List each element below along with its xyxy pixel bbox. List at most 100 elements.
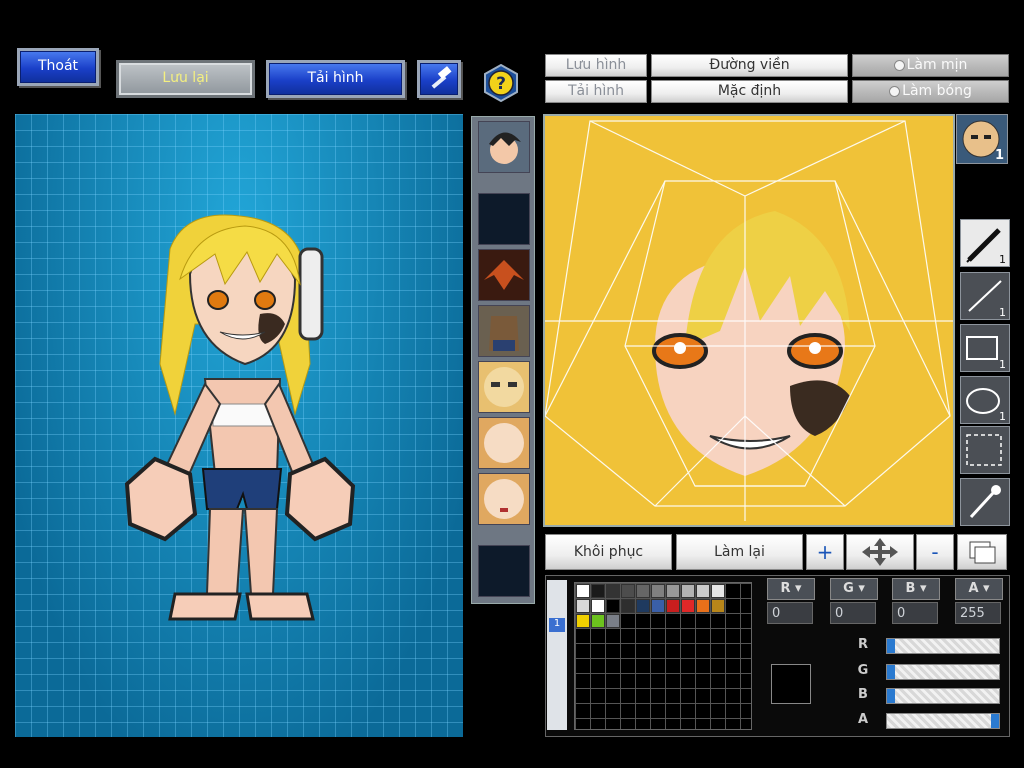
face-icon <box>479 362 529 412</box>
smooth-label: Làm mịn <box>906 57 968 73</box>
marquee-icon <box>966 434 1002 466</box>
channel-a-tab[interactable]: A ▾ <box>955 578 1003 600</box>
part-slot-face-1[interactable] <box>478 361 530 413</box>
r-value-field[interactable]: 0 <box>767 602 813 624</box>
palette-swatch[interactable] <box>576 614 590 628</box>
palette-swatch[interactable] <box>576 599 590 613</box>
g-slider-fill <box>887 665 895 679</box>
palette-swatch[interactable] <box>606 614 620 628</box>
eyedropper-tool[interactable] <box>960 478 1010 526</box>
layers-icon <box>969 541 996 564</box>
palette-swatch[interactable] <box>711 599 725 613</box>
question-mark-icon: ? <box>484 63 518 103</box>
part-slot-hair[interactable] <box>478 249 530 301</box>
rectangle-tool[interactable]: 1 <box>960 324 1010 372</box>
save-button[interactable]: Lưu lại <box>116 60 255 98</box>
part-slot-empty-1[interactable] <box>478 193 530 245</box>
line-tool[interactable]: 1 <box>960 272 1010 320</box>
palette-swatch[interactable] <box>591 584 605 598</box>
a-slider-fill <box>991 714 999 728</box>
palette-swatch[interactable] <box>606 599 620 613</box>
r-slider-label: R <box>857 637 868 652</box>
palette-scroll-strip[interactable]: 1 <box>547 580 567 730</box>
palette-swatch[interactable] <box>576 584 590 598</box>
zoom-in-button[interactable]: + <box>806 534 844 570</box>
restore-button[interactable]: Khôi phục <box>545 534 672 570</box>
palette-swatch[interactable] <box>651 599 665 613</box>
select-tool[interactable] <box>960 426 1010 474</box>
palette-swatch[interactable] <box>621 599 635 613</box>
part-slot-outfit[interactable] <box>478 305 530 357</box>
palette-swatch[interactable] <box>606 584 620 598</box>
shade-radio[interactable] <box>889 85 901 97</box>
part-slot-face-3[interactable] <box>478 473 530 525</box>
r-slider-fill <box>887 639 895 653</box>
part-slot-empty-2[interactable] <box>478 545 530 597</box>
character-preview[interactable] <box>15 114 463 737</box>
channel-a-label: A <box>968 581 979 596</box>
b-slider-label: B <box>858 687 868 702</box>
move-button[interactable] <box>846 534 914 570</box>
g-value-field[interactable]: 0 <box>830 602 876 624</box>
palette-swatch[interactable] <box>666 584 680 598</box>
channel-b-label: B <box>905 581 916 596</box>
outline-button[interactable]: Đường viền <box>651 54 848 77</box>
smooth-option[interactable]: Làm mịn <box>852 54 1009 77</box>
load-button[interactable]: Tải hình <box>266 60 405 98</box>
palette-swatch[interactable] <box>636 599 650 613</box>
channel-b-tab[interactable]: B ▾ <box>892 578 940 600</box>
palette-swatch[interactable] <box>591 599 605 613</box>
line-count: 1 <box>999 306 1006 319</box>
smooth-radio[interactable] <box>893 59 905 71</box>
hammer-button[interactable] <box>417 60 461 98</box>
svg-text:?: ? <box>496 74 506 94</box>
palette-swatch[interactable] <box>681 599 695 613</box>
save-image-button[interactable]: Lưu hình <box>545 54 647 77</box>
palette-swatch[interactable] <box>711 584 725 598</box>
palette-swatch[interactable] <box>651 584 665 598</box>
help-button[interactable]: ? <box>482 63 520 103</box>
ellipse-count: 1 <box>999 410 1006 423</box>
character-figure <box>124 214 356 621</box>
exit-button[interactable]: Thoát <box>17 48 99 86</box>
palette-swatch[interactable] <box>591 614 605 628</box>
default-button[interactable]: Mặc định <box>651 80 848 103</box>
b-value-field[interactable]: 0 <box>892 602 938 624</box>
g-slider-label: G <box>857 663 869 678</box>
palette-swatch[interactable] <box>666 599 680 613</box>
r-slider[interactable] <box>886 638 1000 654</box>
current-color-preview <box>771 664 811 704</box>
mouth-face-icon <box>479 474 529 524</box>
channel-g-tab[interactable]: G ▾ <box>830 578 878 600</box>
pen-count: 1 <box>999 253 1006 266</box>
face-drawing-canvas[interactable] <box>543 114 955 527</box>
ellipse-tool[interactable]: 1 <box>960 376 1010 424</box>
b-slider[interactable] <box>886 688 1000 704</box>
palette-swatch[interactable] <box>696 599 710 613</box>
palette-swatch[interactable] <box>636 584 650 598</box>
pen-tool[interactable]: 1 <box>960 219 1010 267</box>
move-arrows-icon <box>862 538 898 566</box>
a-slider[interactable] <box>886 713 1000 729</box>
palette-swatch[interactable] <box>681 584 695 598</box>
redo-button[interactable]: Làm lại <box>676 534 803 570</box>
part-slot-face-2[interactable] <box>478 417 530 469</box>
hair-icon <box>479 250 529 300</box>
face-preset-button[interactable]: 1 <box>956 114 1008 164</box>
palette-swatch[interactable] <box>696 584 710 598</box>
channel-r-tab[interactable]: R ▾ <box>767 578 815 600</box>
layer-button[interactable] <box>957 534 1007 570</box>
palette-page-indicator[interactable]: 1 <box>549 618 565 632</box>
preset-badge: 1 <box>994 148 1004 163</box>
g-slider[interactable] <box>886 664 1000 680</box>
palette-grid[interactable] <box>574 582 752 730</box>
a-value-field[interactable]: 255 <box>955 602 1001 624</box>
hammer-icon <box>431 66 452 89</box>
b-slider-fill <box>887 689 895 703</box>
zoom-out-button[interactable]: - <box>916 534 954 570</box>
load-image-button[interactable]: Tải hình <box>545 80 647 103</box>
face-texture <box>544 116 953 525</box>
shade-option[interactable]: Làm bóng <box>852 80 1009 103</box>
part-slot-portrait[interactable] <box>478 121 530 173</box>
palette-swatch[interactable] <box>621 584 635 598</box>
